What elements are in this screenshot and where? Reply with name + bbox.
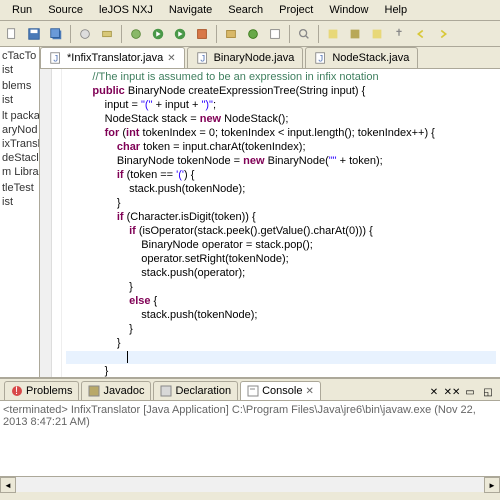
tree-item[interactable]: ixTransl [2,137,37,151]
svg-text:J: J [200,54,205,65]
open-type-button[interactable] [265,24,285,44]
console-icon [247,385,259,397]
tree-item[interactable]: ist [2,93,37,107]
tab-label: BinaryNode.java [214,52,295,64]
tab-binarynode[interactable]: J BinaryNode.java [187,47,304,68]
back-button[interactable] [411,24,431,44]
toolbar [0,21,500,47]
editor[interactable]: //The input is assumed to be an expressi… [40,69,500,377]
new-button[interactable] [2,24,22,44]
new-package-button[interactable] [221,24,241,44]
forward-button[interactable] [433,24,453,44]
tab-label: Declaration [175,385,231,397]
maximize-icon[interactable]: ◱ [480,384,496,400]
tree-item[interactable]: ist [2,63,37,77]
minimize-icon[interactable]: ▭ [462,384,478,400]
package-explorer[interactable]: cTacTo ist blems ist lt packa aryNod ixT… [0,47,40,377]
search-button[interactable] [294,24,314,44]
tool-button[interactable] [97,24,117,44]
javadoc-icon [88,385,100,397]
console-output[interactable]: <terminated> InfixTranslator [Java Appli… [0,401,500,476]
run-button[interactable] [148,24,168,44]
svg-text:J: J [53,54,58,65]
menu-lejos[interactable]: leJOS NXJ [91,2,161,18]
fold-column[interactable] [52,69,62,377]
debug-button[interactable] [126,24,146,44]
tab-console[interactable]: Console ✕ [240,381,321,400]
bottom-panel: ! Problems Javadoc Declaration Console ✕… [0,377,500,492]
horizontal-scrollbar[interactable]: ◄ ► [0,476,500,492]
menu-window[interactable]: Window [321,2,376,18]
menu-bar: Run Source leJOS NXJ Navigate Search Pro… [0,0,500,21]
menu-source[interactable]: Source [40,2,91,18]
toolbar-separator [216,25,217,43]
toolbar-separator [289,25,290,43]
scroll-left-button[interactable]: ◄ [0,477,16,493]
tab-label: Javadoc [103,385,144,397]
external-tools-button[interactable] [192,24,212,44]
save-button[interactable] [24,24,44,44]
menu-navigate[interactable]: Navigate [161,2,220,18]
editor-tabs: J *InfixTranslator.java ✕ J BinaryNode.j… [40,47,500,69]
tree-item[interactable]: blems [2,79,37,93]
tree-item[interactable]: ist [2,195,37,209]
text-cursor [127,351,128,363]
declaration-icon [160,385,172,397]
tab-label: Console [262,385,302,397]
tool-button[interactable] [367,24,387,44]
remove-launch-icon[interactable]: ✕ [426,384,442,400]
java-file-icon: J [314,51,328,65]
pin-button[interactable] [389,24,409,44]
new-class-button[interactable] [243,24,263,44]
save-all-button[interactable] [46,24,66,44]
java-file-icon: J [196,51,210,65]
tree-item[interactable]: aryNod [2,123,37,137]
main-area: cTacTo ist blems ist lt packa aryNod ixT… [0,47,500,377]
tab-declaration[interactable]: Declaration [153,381,238,400]
console-status-line: <terminated> InfixTranslator [Java Appli… [3,404,497,428]
tab-label: NodeStack.java [332,52,409,64]
toolbar-separator [70,25,71,43]
toolbar-separator [318,25,319,43]
menu-run[interactable]: Run [4,2,40,18]
gutter[interactable] [40,69,52,377]
tab-label: Problems [26,385,72,397]
java-file-icon: J [49,51,63,65]
tab-javadoc[interactable]: Javadoc [81,381,151,400]
tree-item[interactable]: deStacl [2,151,37,165]
menu-search[interactable]: Search [220,2,271,18]
problems-icon: ! [11,385,23,397]
tool-button[interactable] [345,24,365,44]
editor-area: J *InfixTranslator.java ✕ J BinaryNode.j… [40,47,500,377]
tree-item[interactable]: cTacTo [2,49,37,63]
scroll-track[interactable] [16,477,484,492]
bottom-tabs: ! Problems Javadoc Declaration Console ✕… [0,379,500,401]
remove-all-icon[interactable]: ✕✕ [444,384,460,400]
tab-label: *InfixTranslator.java [67,52,163,64]
svg-text:!: ! [15,385,18,397]
tree-item[interactable]: lt packa [2,109,37,123]
tab-infixtranslator[interactable]: J *InfixTranslator.java ✕ [40,47,185,68]
tab-nodestack[interactable]: J NodeStack.java [305,47,418,68]
toolbar-separator [121,25,122,43]
close-icon[interactable]: ✕ [305,386,313,397]
menu-project[interactable]: Project [271,2,321,18]
console-toolbar: ✕ ✕✕ ▭ ◱ [426,384,500,400]
code-area[interactable]: //The input is assumed to be an expressi… [62,69,500,377]
tool-button[interactable] [323,24,343,44]
tree-item[interactable]: tleTest [2,181,37,195]
run-last-button[interactable] [170,24,190,44]
tool-button[interactable] [75,24,95,44]
tree-item[interactable]: m Librari [2,165,37,179]
tab-problems[interactable]: ! Problems [4,381,79,400]
scroll-right-button[interactable]: ► [484,477,500,493]
svg-text:J: J [319,54,324,65]
menu-help[interactable]: Help [377,2,416,18]
close-icon[interactable]: ✕ [167,53,175,64]
